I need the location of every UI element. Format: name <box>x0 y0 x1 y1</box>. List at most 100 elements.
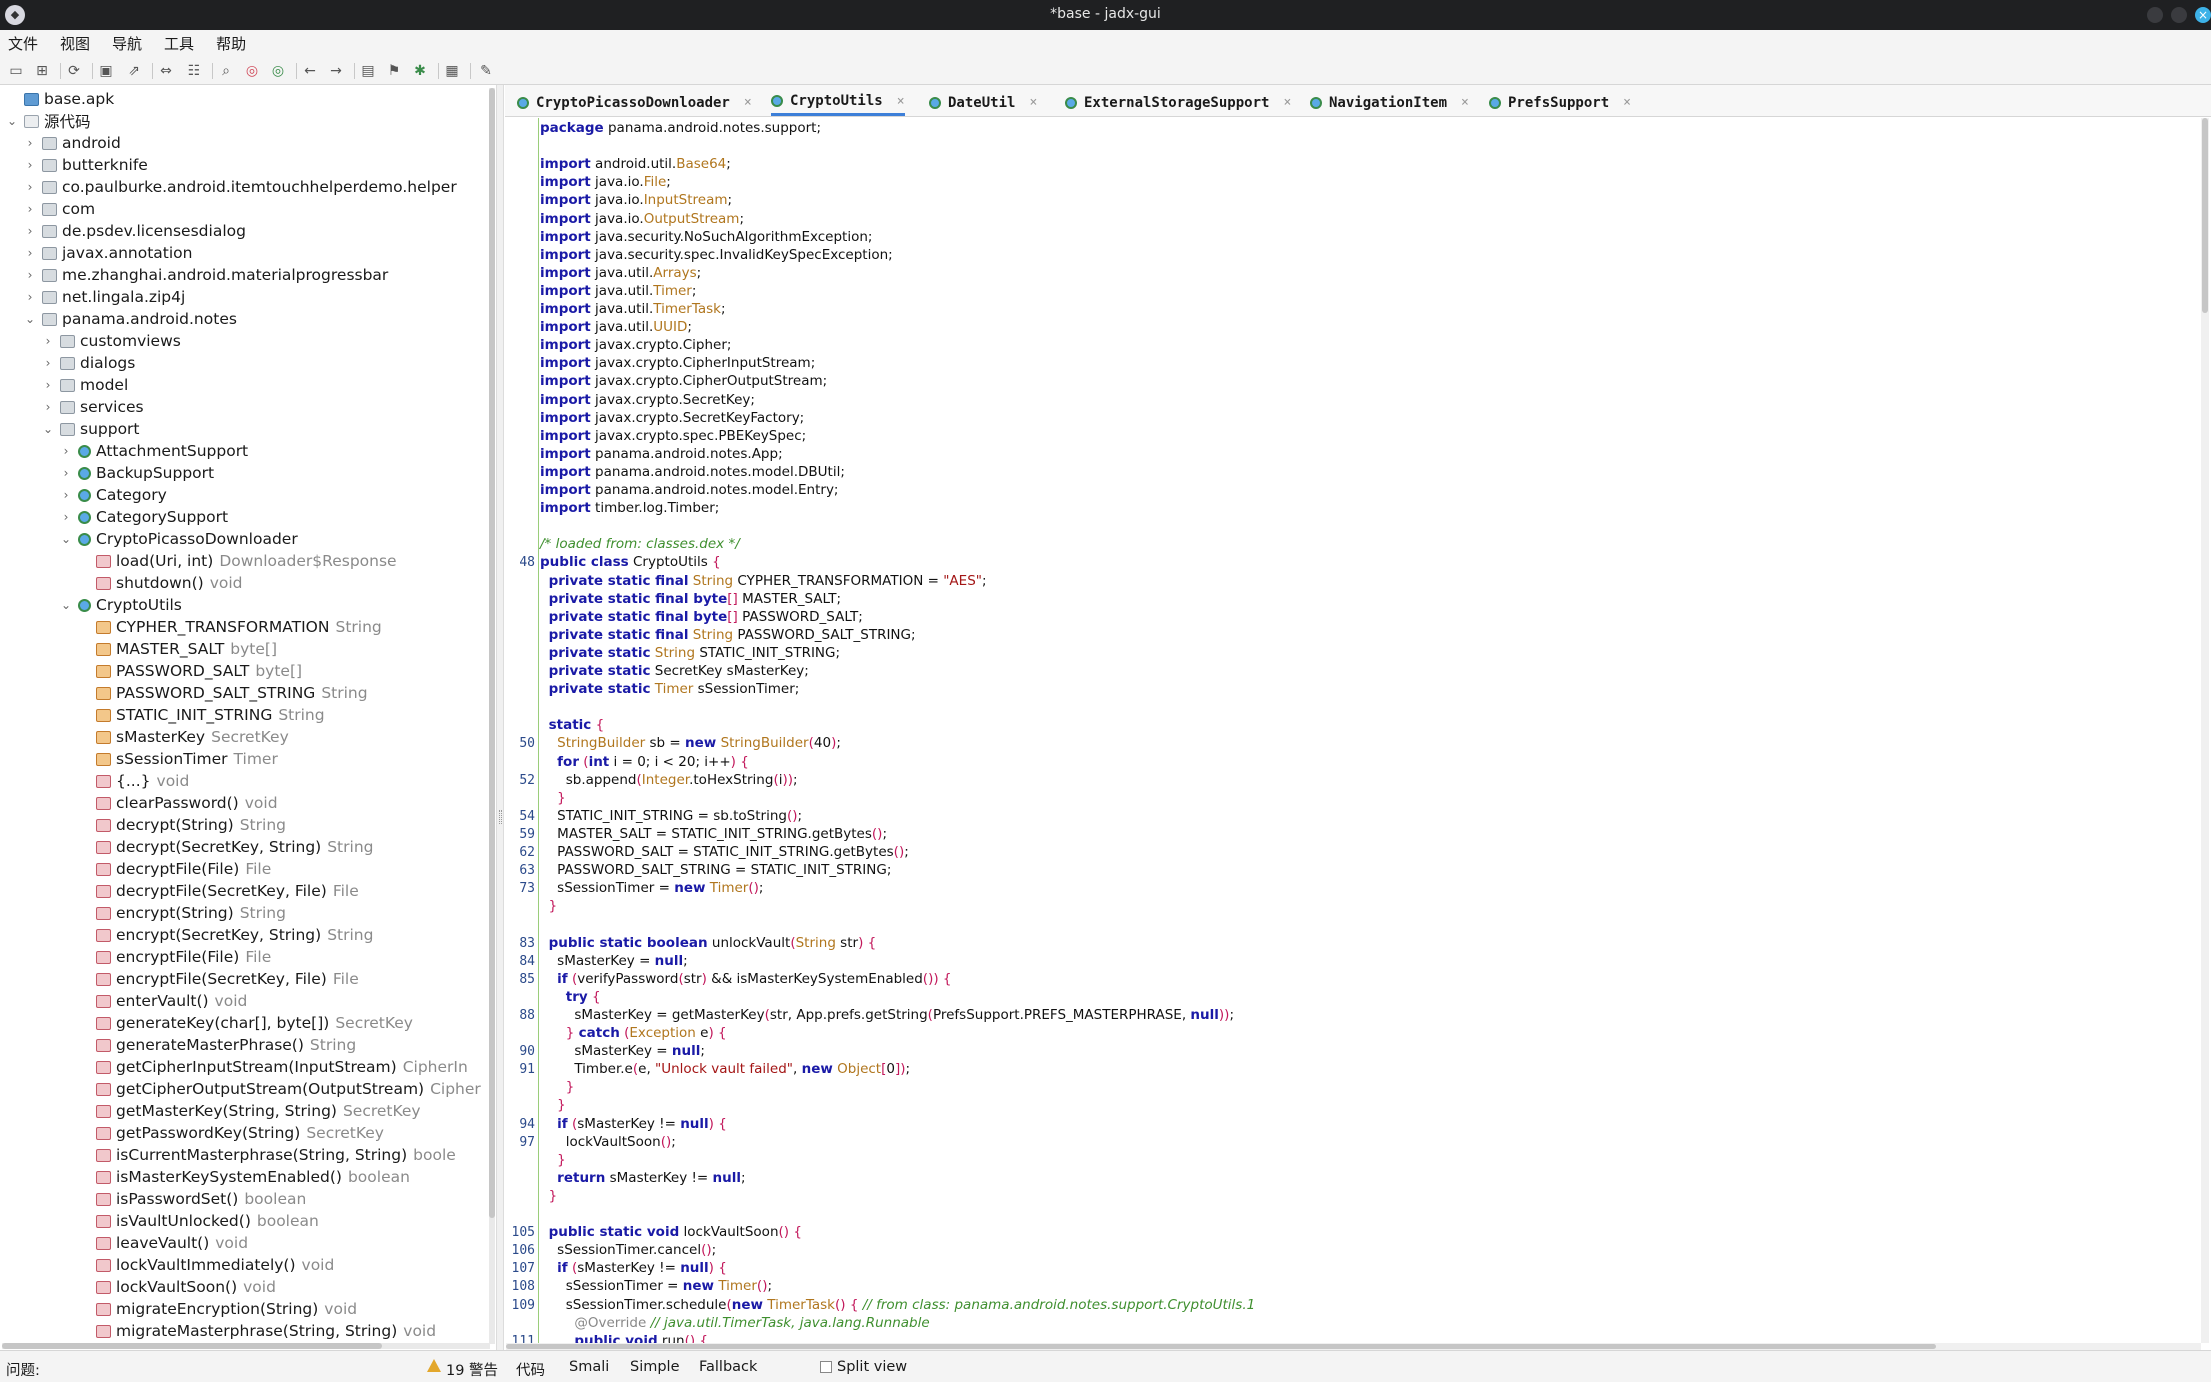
tree-method[interactable]: leaveVault() void <box>76 1232 248 1254</box>
preferences-icon[interactable]: ✎ <box>476 61 496 81</box>
code-line[interactable]: sSessionTimer.cancel(); <box>540 1242 716 1258</box>
tree-package[interactable]: › de.psdev.licensesdialog <box>22 220 246 242</box>
tab-code[interactable]: 代码 <box>516 1359 545 1382</box>
tree-support-package[interactable]: ⌄ support <box>40 418 140 440</box>
tree-field[interactable]: PASSWORD_SALT byte[] <box>76 660 302 682</box>
menu-file[interactable]: 文件 <box>8 33 38 54</box>
tree-field[interactable]: sMasterKey SecretKey <box>76 726 289 748</box>
tree-package[interactable]: › net.lingala.zip4j <box>22 286 186 308</box>
tree-subpackage[interactable]: › customviews <box>40 330 181 352</box>
tab-simple[interactable]: Simple <box>630 1359 680 1375</box>
log-icon[interactable]: ▦ <box>442 61 462 81</box>
split-view-checkbox[interactable] <box>820 1361 832 1373</box>
code-line[interactable]: import java.util.Arrays; <box>540 265 701 281</box>
editor-vertical-scrollbar-thumb[interactable] <box>2202 118 2208 313</box>
minimize-button[interactable] <box>2147 7 2163 23</box>
tree-method[interactable]: getCipherOutputStream(OutputStream) Ciphe… <box>76 1078 481 1100</box>
tab-fallback[interactable]: Fallback <box>699 1359 757 1375</box>
splitter-grip-icon[interactable] <box>499 810 502 824</box>
tree-method[interactable]: generateKey(char[], byte[]) SecretKey <box>76 1012 413 1034</box>
tree-package[interactable]: › butterknife <box>22 154 148 176</box>
tab-close-icon[interactable]: × <box>744 95 752 110</box>
tree-method[interactable]: encrypt(String) String <box>76 902 286 924</box>
code-line[interactable]: public static boolean unlockVault(String… <box>540 935 877 951</box>
chevron-down-icon[interactable]: ⌄ <box>4 114 20 128</box>
code-line[interactable]: import java.util.TimerTask; <box>540 301 726 317</box>
tree-class[interactable]: › BackupSupport <box>58 462 215 484</box>
code-line[interactable]: public void run() { <box>540 1333 708 1343</box>
tree-method[interactable]: migrateEncryption(String) void <box>76 1298 357 1320</box>
chevron-right-icon[interactable]: › <box>40 356 56 370</box>
tree-package[interactable]: › android <box>22 132 121 154</box>
code-line[interactable]: import panama.android.notes.App; <box>540 446 783 462</box>
tree-method[interactable]: lockVaultSoon() void <box>76 1276 276 1298</box>
tab-smali[interactable]: Smali <box>569 1359 609 1375</box>
project-tree[interactable]: base.apk ⌄ 源代码 › android › butterknife › co.paul… <box>0 85 496 1345</box>
code-line[interactable]: } <box>540 1097 566 1113</box>
find-usage-icon[interactable]: ◎ <box>268 61 288 81</box>
code-line[interactable]: /* loaded from: classes.dex */ <box>540 536 740 552</box>
code-line[interactable]: package panama.android.notes.support; <box>540 120 821 136</box>
code-editor[interactable]: package panama.android.notes.support; imp… <box>505 118 2211 1343</box>
chevron-right-icon[interactable]: › <box>40 400 56 414</box>
back-icon[interactable]: ← <box>300 61 320 81</box>
tree-method[interactable]: isCurrentMasterphrase(String, String) boo… <box>76 1144 456 1166</box>
tree-method[interactable]: shutdown() void <box>76 572 243 594</box>
editor-horizontal-scrollbar-thumb[interactable] <box>506 1344 1936 1349</box>
tree-class-expanded[interactable]: ⌄ CryptoPicassoDownloader <box>58 528 298 550</box>
code-line[interactable]: } <box>540 1079 575 1095</box>
tab-close-icon[interactable]: × <box>1283 95 1291 110</box>
forward-icon[interactable]: → <box>326 61 346 81</box>
bookmark-icon[interactable]: ⚑ <box>384 61 404 81</box>
tree-field[interactable]: MASTER_SALT byte[] <box>76 638 277 660</box>
code-line[interactable]: private static final String CYPHER_TRANS… <box>540 573 987 589</box>
tree-method[interactable]: generateMasterPhrase() String <box>76 1034 356 1056</box>
tab-close-icon[interactable]: × <box>1623 95 1631 110</box>
chevron-right-icon[interactable]: › <box>22 158 38 172</box>
code-line[interactable]: public class CryptoUtils { <box>540 554 721 570</box>
chevron-right-icon[interactable]: › <box>22 290 38 304</box>
code-line[interactable]: PASSWORD_SALT = STATIC_INIT_STRING.getBy… <box>540 844 909 860</box>
chevron-right-icon[interactable]: › <box>58 444 74 458</box>
code-line[interactable]: import java.io.InputStream; <box>540 192 732 208</box>
tree-class[interactable]: › Category <box>58 484 167 506</box>
tree-subpackage[interactable]: › model <box>40 374 129 396</box>
export-icon[interactable]: ⇗ <box>124 61 144 81</box>
tree-method[interactable]: isMasterKeySystemEnabled() boolean <box>76 1166 410 1188</box>
tree-class[interactable]: › AttachmentSupport <box>58 440 249 462</box>
chevron-right-icon[interactable]: › <box>22 246 38 260</box>
code-line[interactable]: MASTER_SALT = STATIC_INIT_STRING.getByte… <box>540 826 887 842</box>
tree-method[interactable]: decrypt(String) String <box>76 814 286 836</box>
chevron-right-icon[interactable]: › <box>22 224 38 238</box>
tree-field[interactable]: sSessionTimer Timer <box>76 748 278 770</box>
code-line[interactable]: import javax.crypto.SecretKey; <box>540 392 755 408</box>
tree-method[interactable]: decrypt(SecretKey, String) String <box>76 836 373 858</box>
tab-externalstoragesupport[interactable]: ExternalStorageSupport × <box>1065 89 1291 116</box>
tree-field[interactable]: CYPHER_TRANSFORMATION String <box>76 616 382 638</box>
tree-package[interactable]: › javax.annotation <box>22 242 193 264</box>
tree-class-selected[interactable]: ⌄ CryptoUtils <box>58 594 182 616</box>
reload-icon[interactable]: ⟳ <box>64 61 84 81</box>
code-line[interactable]: if (verifyPassword(str) && isMasterKeySy… <box>540 971 951 987</box>
code-line[interactable]: private static final String PASSWORD_SAL… <box>540 627 916 643</box>
code-line[interactable]: private static final byte[] MASTER_SALT; <box>540 591 841 607</box>
code-line[interactable]: lockVaultSoon(); <box>540 1134 676 1150</box>
editor-vertical-scrollbar[interactable] <box>2201 118 2209 1343</box>
search-icon[interactable]: ⌕ <box>216 61 236 81</box>
sync-icon[interactable]: ⇔ <box>156 61 176 81</box>
save-all-icon[interactable]: ▣ <box>96 61 116 81</box>
code-line[interactable]: @Override // java.util.TimerTask, java.l… <box>540 1315 929 1331</box>
tree-scrollbar[interactable] <box>489 88 495 1344</box>
find-class-icon[interactable]: ◎ <box>242 61 262 81</box>
code-line[interactable]: static { <box>540 717 605 733</box>
chevron-right-icon[interactable]: › <box>22 268 38 282</box>
tree-method[interactable]: getCipherInputStream(InputStream) CipherI… <box>76 1056 468 1078</box>
code-line[interactable]: if (sMasterKey != null) { <box>540 1260 727 1276</box>
chevron-right-icon[interactable]: › <box>22 136 38 150</box>
code-line[interactable]: try { <box>540 989 601 1005</box>
code-line[interactable]: sMasterKey = null; <box>540 953 688 969</box>
tree-package[interactable]: › co.paulburke.android.itemtouchhelperdem… <box>22 176 457 198</box>
code-line[interactable]: import java.util.Timer; <box>540 283 696 299</box>
tree-method[interactable]: lockVaultImmediately() void <box>76 1254 334 1276</box>
code-line[interactable]: for (int i = 0; i < 20; i++) { <box>540 754 749 770</box>
